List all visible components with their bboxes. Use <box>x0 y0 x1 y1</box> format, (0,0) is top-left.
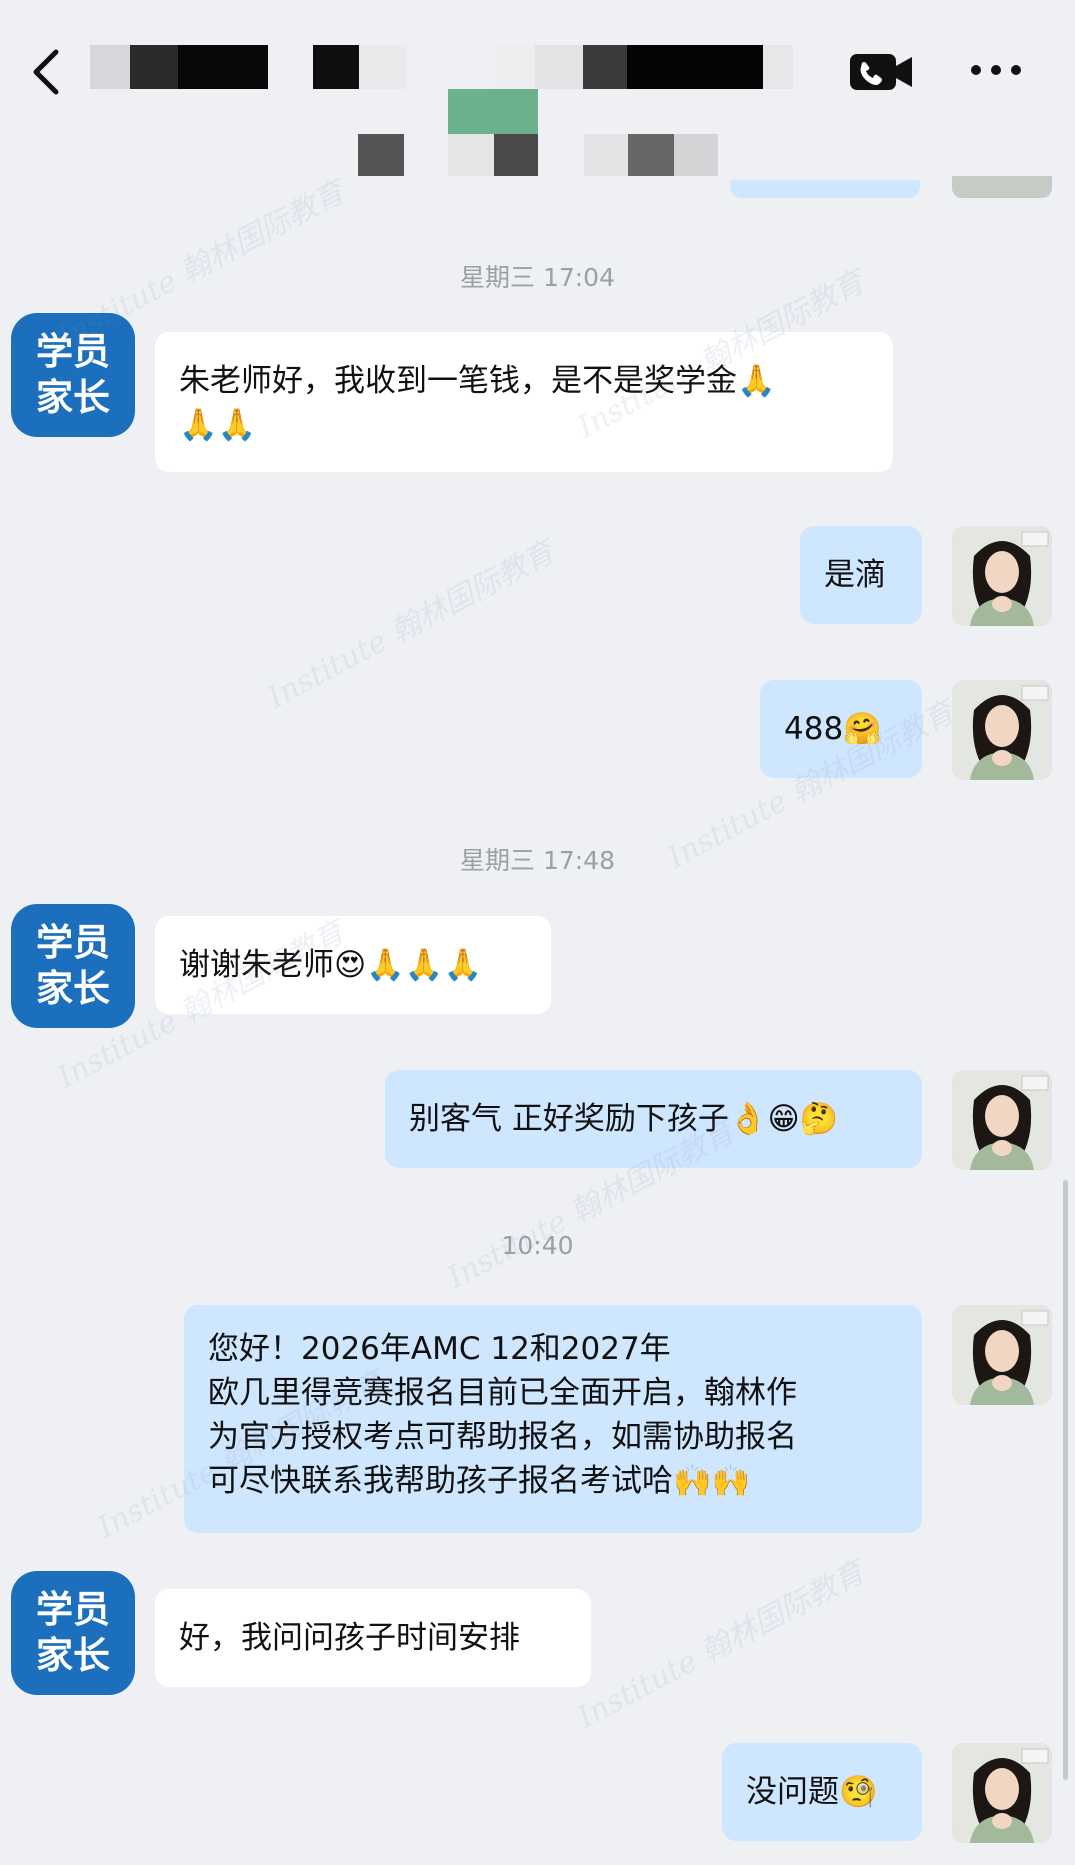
message-text: 朱老师好，我收到一笔钱，是不是奖学金🙏 <box>179 363 776 399</box>
timestamp: 10:40 <box>501 1231 574 1260</box>
chevron-left-icon <box>33 49 59 95</box>
avatar[interactable]: 学员 家长 <box>11 904 135 1028</box>
phone-video-icon <box>850 54 912 90</box>
incoming-message[interactable]: 谢谢朱老师😍🙏🙏🙏 <box>155 916 551 1014</box>
more-button[interactable] <box>968 55 1024 85</box>
badge-text: 学员 <box>36 921 110 964</box>
watermark-text: Institute 翰林国际教育 <box>262 534 561 716</box>
avatar[interactable]: 学员 家长 <box>11 1571 135 1695</box>
outgoing-message[interactable]: 您好！2026年AMC 12和2027年 欧几里得竞赛报名目前已全面开启，翰林作… <box>184 1305 922 1533</box>
incoming-message[interactable]: 好，我问问孩子时间安排 <box>155 1589 591 1687</box>
teacher-avatar <box>952 1743 1052 1843</box>
outgoing-message[interactable]: 是滴 <box>800 526 922 624</box>
teacher-avatar <box>952 680 1052 780</box>
message-text: 可尽快联系我帮助孩子报名考试哈🙌🙌 <box>208 1463 751 1499</box>
timestamp: 星期三 17:48 <box>460 846 615 875</box>
timestamp: 星期三 17:04 <box>460 263 615 292</box>
previous-message-bubble <box>730 180 920 198</box>
watermark-text: Institute 翰林国际教育 <box>572 1554 871 1736</box>
message-text: 欧几里得竞赛报名目前已全面开启，翰林作 <box>208 1375 797 1411</box>
avatar[interactable] <box>952 680 1052 780</box>
teacher-avatar <box>952 1305 1052 1405</box>
badge-text: 学员 <box>36 1588 110 1631</box>
badge-text: 学员 <box>36 330 110 373</box>
message-text: 您好！2026年AMC 12和2027年 <box>208 1331 671 1367</box>
video-call-button[interactable] <box>850 52 914 92</box>
chat-header <box>0 0 1075 190</box>
avatar[interactable] <box>952 1070 1052 1170</box>
back-button[interactable] <box>26 46 66 98</box>
badge-text: 家长 <box>36 376 110 419</box>
teacher-avatar <box>952 526 1052 626</box>
avatar[interactable] <box>952 1305 1052 1405</box>
outgoing-message[interactable]: 488🤗 <box>760 680 922 778</box>
previous-message-avatar <box>952 176 1052 198</box>
avatar[interactable] <box>952 526 1052 626</box>
avatar[interactable]: 学员 家长 <box>11 313 135 437</box>
badge-text: 家长 <box>36 1634 110 1677</box>
message-text: 为官方授权考点可帮助报名，如需协助报名 <box>208 1419 797 1455</box>
incoming-message[interactable]: 朱老师好，我收到一笔钱，是不是奖学金🙏 🙏🙏 <box>155 332 893 472</box>
avatar[interactable] <box>952 1743 1052 1843</box>
scrollbar[interactable] <box>1063 1180 1068 1780</box>
more-dots-icon <box>971 65 1021 75</box>
message-text: 🙏🙏 <box>179 407 257 443</box>
teacher-avatar <box>952 1070 1052 1170</box>
badge-text: 家长 <box>36 967 110 1010</box>
outgoing-message[interactable]: 没问题🧐 <box>722 1743 922 1841</box>
outgoing-message[interactable]: 别客气 正好奖励下孩子👌😁🤔 <box>385 1070 922 1168</box>
